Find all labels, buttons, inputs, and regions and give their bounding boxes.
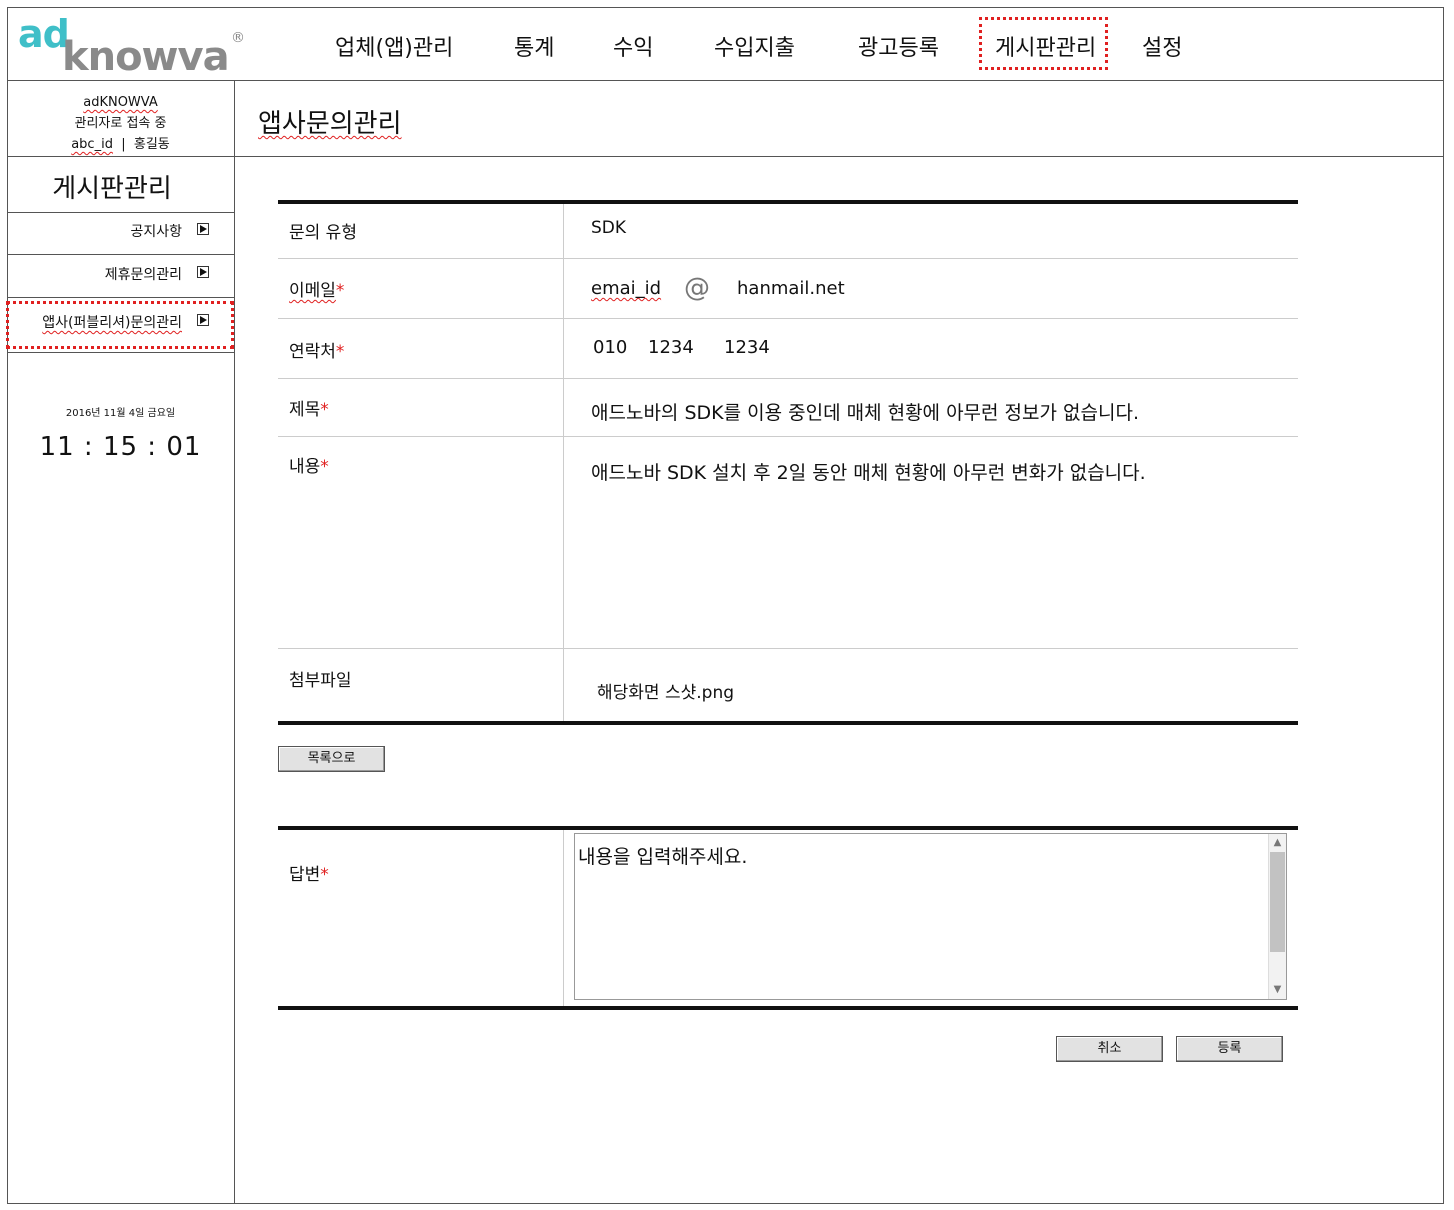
sidebar-active-highlight bbox=[6, 301, 234, 349]
admin-brand: adKNOWVA bbox=[83, 95, 158, 110]
nav-item-statistics[interactable]: 통계 bbox=[514, 30, 554, 62]
form-column-divider bbox=[563, 204, 564, 722]
content-value: 애드노바 SDK 설치 후 2일 동안 매체 현황에 아무런 변화가 없습니다. bbox=[591, 462, 1146, 484]
nav-item-revenue[interactable]: 수익 bbox=[613, 30, 653, 62]
nav-item-income-expense[interactable]: 수입지출 bbox=[714, 30, 795, 62]
content-label: 내용* bbox=[289, 452, 329, 477]
scroll-down-icon[interactable]: ▼ bbox=[1269, 981, 1286, 999]
phone-part-3: 1234 bbox=[724, 337, 770, 358]
required-mark: * bbox=[320, 865, 329, 885]
phone-part-2: 1234 bbox=[648, 337, 694, 358]
subject-value: 애드노바의 SDK를 이용 중인데 매체 현황에 아무런 정보가 없습니다. bbox=[591, 402, 1139, 424]
current-date: 2016년 11월 4일 금요일 bbox=[65, 408, 176, 419]
phone-label-text: 연락처 bbox=[289, 342, 336, 362]
nav-active-highlight bbox=[979, 17, 1108, 70]
required-mark: * bbox=[335, 281, 345, 301]
at-sign-icon: @ bbox=[684, 273, 710, 303]
reply-label: 답변* bbox=[289, 860, 329, 885]
play-arrow-icon bbox=[197, 266, 209, 278]
required-mark: * bbox=[320, 400, 329, 420]
form-top-border bbox=[278, 200, 1298, 204]
subject-label: 제목* bbox=[289, 395, 329, 420]
sidebar-divider bbox=[234, 81, 235, 1204]
reply-label-text: 답변 bbox=[289, 865, 321, 885]
sidebar-item-divider bbox=[7, 352, 234, 353]
form-row-divider bbox=[278, 648, 1298, 649]
submit-button[interactable]: 등록 bbox=[1176, 1036, 1283, 1062]
admin-login-info: adKNOWVA 관리자로 접속 중 abc_id | 홍길동 bbox=[7, 92, 234, 155]
adknowva-logo[interactable]: ad knowva ® bbox=[18, 12, 248, 80]
scroll-up-icon[interactable]: ▲ bbox=[1269, 834, 1286, 852]
email-id-value: emai_id bbox=[591, 278, 661, 299]
form-bottom-border bbox=[278, 721, 1298, 725]
reply-textarea-container: ▲ ▼ bbox=[574, 833, 1287, 1000]
email-label: 이메일* bbox=[289, 276, 344, 301]
sidebar-item-label: 공지사항 bbox=[130, 224, 182, 240]
form-row-divider bbox=[278, 318, 1298, 319]
cancel-button[interactable]: 취소 bbox=[1056, 1036, 1163, 1062]
required-mark: * bbox=[335, 342, 345, 362]
subject-label-text: 제목 bbox=[289, 400, 321, 420]
page-title-text: 앱사문의관리 bbox=[258, 109, 402, 139]
play-arrow-icon bbox=[197, 223, 209, 235]
reply-column-divider bbox=[563, 830, 564, 1006]
type-label: 문의 유형 bbox=[289, 223, 357, 243]
nav-item-company[interactable]: 업체(앱)관리 bbox=[335, 30, 453, 62]
sidebar-item-partnership[interactable]: 제휴문의관리 bbox=[7, 256, 234, 298]
reply-top-border bbox=[278, 826, 1298, 830]
reply-bottom-border bbox=[278, 1006, 1298, 1010]
scroll-thumb[interactable] bbox=[1270, 852, 1285, 952]
back-to-list-button[interactable]: 목록으로 bbox=[278, 746, 385, 772]
logo-knowva-text: knowva bbox=[62, 34, 230, 80]
title-row-divider bbox=[7, 156, 1444, 157]
sidebar-item-notice[interactable]: 공지사항 bbox=[7, 213, 234, 255]
sidebar-title: 게시판관리 bbox=[52, 174, 172, 204]
email-domain-value: hanmail.net bbox=[737, 278, 845, 299]
form-row-divider bbox=[278, 258, 1298, 259]
admin-user-id: abc_id bbox=[71, 137, 113, 152]
email-id-text: emai_id bbox=[591, 278, 662, 299]
form-row-divider bbox=[278, 378, 1298, 379]
phone-part-1: 010 bbox=[593, 337, 628, 358]
reply-textarea[interactable] bbox=[575, 834, 1269, 999]
sidebar-item-label: 제휴문의관리 bbox=[104, 267, 182, 283]
email-label-text: 이메일 bbox=[289, 281, 336, 301]
type-value: SDK bbox=[591, 218, 627, 238]
page-frame bbox=[7, 7, 1444, 1204]
admin-user-name: 홍길동 bbox=[133, 137, 170, 152]
nav-item-settings[interactable]: 설정 bbox=[1142, 30, 1182, 62]
current-time: 11 : 15 : 01 bbox=[39, 432, 202, 462]
admin-separator: | bbox=[121, 137, 126, 152]
page-title: 앱사문의관리 bbox=[258, 103, 402, 140]
attachment-label: 첨부파일 bbox=[289, 671, 352, 691]
required-mark: * bbox=[320, 457, 329, 477]
registered-mark: ® bbox=[231, 30, 245, 46]
phone-label: 연락처* bbox=[289, 337, 344, 362]
nav-item-ad-register[interactable]: 광고등록 bbox=[858, 30, 939, 62]
attachment-link[interactable]: 해당화면 스샷.png bbox=[597, 678, 734, 703]
admin-status: 관리자로 접속 중 bbox=[74, 116, 167, 131]
form-row-divider bbox=[278, 436, 1298, 437]
reply-scrollbar[interactable]: ▲ ▼ bbox=[1268, 834, 1286, 999]
content-label-text: 내용 bbox=[289, 457, 321, 477]
